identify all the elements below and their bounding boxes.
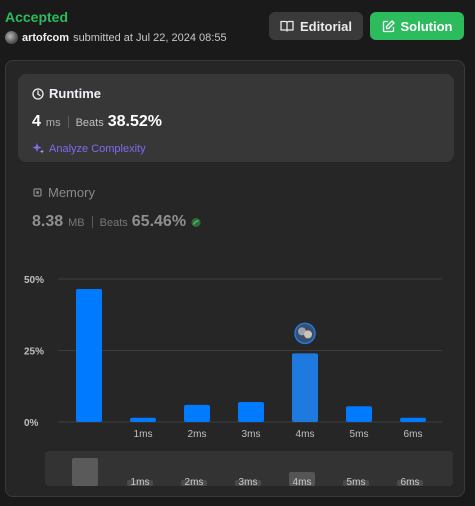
- minimap-tick-label: 3ms: [239, 477, 258, 488]
- x-tick-label: 1ms: [134, 429, 153, 440]
- chart-bar[interactable]: [400, 417, 426, 422]
- runtime-distribution-chart: 50% 25% 0% 1ms 2ms 3ms 4ms 5ms 6ms 1ms 2ms 3ms 4ms 5m…: [24, 275, 453, 488]
- chart-bar[interactable]: [76, 289, 102, 422]
- y-tick-label: 25%: [24, 347, 44, 358]
- chart-bar[interactable]: [130, 417, 156, 422]
- chart-bar[interactable]: [184, 404, 210, 422]
- minimap-bar: [72, 458, 98, 486]
- chart-bar[interactable]: [346, 406, 372, 422]
- x-tick-label: 3ms: [242, 429, 261, 440]
- x-tick-label: 6ms: [404, 429, 423, 440]
- chart-bar[interactable]: [238, 401, 264, 422]
- minimap-tick-label: 4ms: [293, 477, 312, 488]
- x-tick-label: 4ms: [296, 429, 315, 440]
- y-tick-label: 0%: [24, 418, 39, 429]
- minimap-tick-label: 5ms: [347, 477, 366, 488]
- minimap-tick-label: 6ms: [401, 477, 420, 488]
- chart-bar[interactable]: [292, 353, 318, 422]
- minimap-tick-label: 2ms: [185, 477, 204, 488]
- minimap-tick-label: 1ms: [131, 477, 150, 488]
- y-tick-label: 50%: [24, 275, 44, 286]
- avatar-detail: [304, 330, 312, 339]
- x-tick-label: 5ms: [350, 429, 369, 440]
- x-tick-label: 2ms: [188, 429, 207, 440]
